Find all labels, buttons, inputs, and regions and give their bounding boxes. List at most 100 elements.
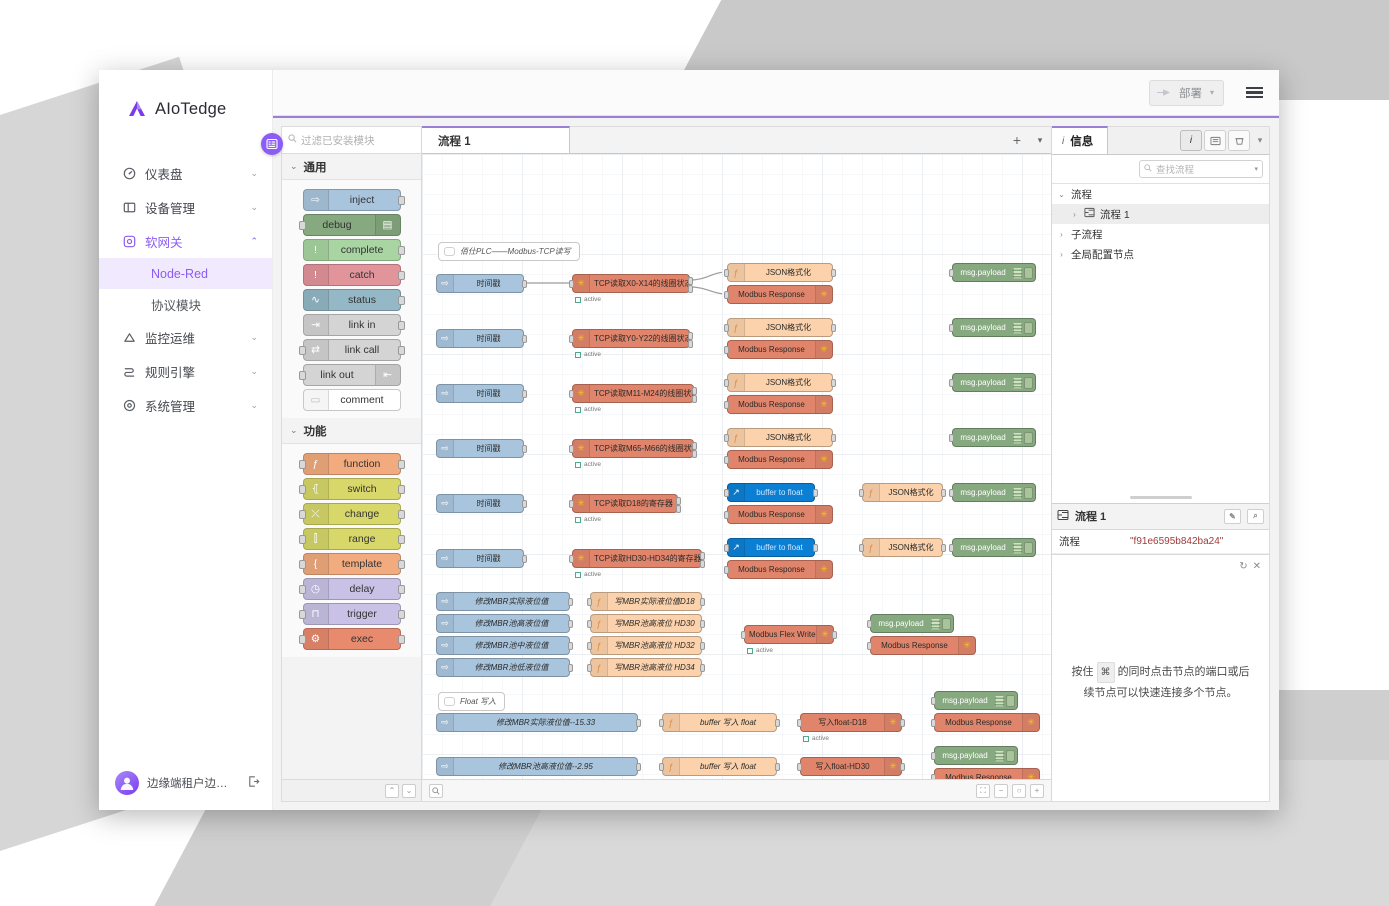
node-output-port[interactable]	[700, 560, 705, 568]
palette-node-switch[interactable]: ⦃ switch	[298, 478, 405, 500]
node-json-format[interactable]: ƒ JSON格式化	[859, 538, 946, 557]
node-output-port[interactable]	[522, 500, 527, 508]
node-input-port[interactable]	[724, 456, 729, 464]
node-modbus-flex-write[interactable]: Modbus Flex Write ✳ active	[741, 625, 837, 654]
canvas-search-icon[interactable]	[429, 783, 443, 798]
node-input-port[interactable]	[724, 511, 729, 519]
node-output-port[interactable]	[568, 642, 573, 650]
node-output-port[interactable]	[688, 277, 693, 285]
node-input-port[interactable]	[724, 346, 729, 354]
node-function-write[interactable]: ƒ 写MBR池高液位 HD34	[587, 658, 705, 677]
node-debug[interactable]: msg.payload	[949, 428, 1036, 447]
node-input-port[interactable]	[724, 566, 729, 574]
fit-to-screen-icon[interactable]: ⛶	[976, 783, 990, 798]
debug-toggle-button[interactable]	[1006, 749, 1015, 762]
node-debug[interactable]: msg.payload	[949, 318, 1036, 337]
debug-panel-tab[interactable]	[1204, 130, 1226, 151]
logout-icon[interactable]	[247, 775, 260, 791]
node-output-port[interactable]	[397, 585, 405, 594]
node-input-port[interactable]	[931, 697, 936, 705]
node-inject[interactable]: ⇨ 修改MBR池低液位值	[436, 658, 573, 677]
sidebar-item-system-management[interactable]: 系统管理 ⌄	[99, 388, 272, 422]
node-output-port[interactable]	[397, 246, 405, 255]
edit-properties-button[interactable]: ✎	[1224, 508, 1241, 524]
config-panel-tab[interactable]	[1228, 130, 1250, 151]
node-output-port[interactable]	[688, 340, 693, 348]
node-modbus-read[interactable]: ✳ TCP读取D18的寄存器 active	[569, 494, 681, 523]
node-output-port[interactable]	[397, 296, 405, 305]
node-modbus-write-float[interactable]: 写入float-D18 ✳ active	[797, 713, 905, 742]
sidebar-item-node-red[interactable]: Node-Red	[99, 258, 272, 289]
zoom-out-button[interactable]: −	[994, 783, 1008, 798]
tree-item-flow-1[interactable]: › 流程 1	[1052, 204, 1269, 224]
node-input-port[interactable]	[298, 560, 306, 569]
node-modbus-read[interactable]: ✳ TCP读取M11-M24的线圈状态 active	[569, 384, 697, 413]
expand-down-icon[interactable]: ⌄	[402, 783, 416, 798]
node-input-port[interactable]	[931, 774, 936, 779]
node-modbus-response[interactable]: Modbus Response ✳	[931, 768, 1040, 779]
sidebar-item-monitoring[interactable]: 监控运维 ⌄	[99, 320, 272, 354]
node-input-port[interactable]	[298, 510, 306, 519]
node-output-port[interactable]	[692, 450, 697, 458]
node-json-format[interactable]: ƒ JSON格式化	[724, 428, 836, 447]
node-output-port[interactable]	[397, 635, 405, 644]
node-output-port[interactable]	[700, 642, 705, 650]
node-input-port[interactable]	[724, 434, 729, 442]
sidebar-item-rule-engine[interactable]: 规则引擎 ⌄	[99, 354, 272, 388]
node-output-port[interactable]	[397, 610, 405, 619]
node-function-buffer-write[interactable]: ƒ buffer 写入 float	[659, 757, 780, 776]
node-output-port[interactable]	[397, 460, 405, 469]
node-output-port[interactable]	[397, 510, 405, 519]
node-output-port[interactable]	[775, 763, 780, 771]
node-output-port[interactable]	[397, 485, 405, 494]
palette-list[interactable]: ⌄ 通用 ⇨ inject ▤ debug ! complete ! catch…	[282, 154, 421, 779]
node-debug[interactable]: msg.payload	[931, 746, 1018, 765]
node-input-port[interactable]	[569, 500, 574, 508]
node-output-port[interactable]	[813, 489, 818, 497]
node-modbus-write-float[interactable]: 写入float-HD30 ✳ active	[797, 757, 905, 776]
node-output-port[interactable]	[900, 719, 905, 727]
debug-toggle-button[interactable]	[1024, 486, 1033, 499]
node-input-port[interactable]	[931, 752, 936, 760]
node-input-port[interactable]	[724, 379, 729, 387]
node-output-port[interactable]	[700, 620, 705, 628]
palette-node-link-in[interactable]: ⇥ link in	[302, 314, 405, 336]
flow-tab-1[interactable]: 流程 1	[422, 126, 570, 153]
node-debug[interactable]: msg.payload	[949, 373, 1036, 392]
node-input-port[interactable]	[949, 324, 954, 332]
node-input-port[interactable]	[587, 642, 592, 650]
node-inject[interactable]: ⇨ 修改MBR实际液位值--15.33	[436, 713, 641, 732]
tab-info[interactable]: i 信息	[1052, 126, 1109, 154]
palette-node-range[interactable]: ⫿ range	[298, 528, 405, 550]
node-input-port[interactable]	[949, 269, 954, 277]
hamburger-icon[interactable]	[1246, 86, 1263, 99]
node-input-port[interactable]	[724, 401, 729, 409]
debug-toggle-button[interactable]	[1006, 694, 1015, 707]
node-input-port[interactable]	[569, 445, 574, 453]
palette-category-common[interactable]: ⌄ 通用	[282, 154, 421, 180]
node-json-format[interactable]: ƒ JSON格式化	[724, 373, 836, 392]
debug-toggle-button[interactable]	[1024, 376, 1033, 389]
info-tabs-caret-icon[interactable]: ▾	[1251, 127, 1269, 154]
node-input-port[interactable]	[298, 610, 306, 619]
node-output-port[interactable]	[700, 552, 705, 560]
palette-node-inject[interactable]: ⇨ inject	[302, 189, 405, 211]
node-output-port[interactable]	[832, 631, 837, 639]
palette-node-function[interactable]: ƒ function	[298, 453, 405, 475]
node-input-port[interactable]	[867, 620, 872, 628]
user-row[interactable]: 边缘端租户边…	[99, 756, 272, 810]
palette-node-template[interactable]: { template	[298, 553, 405, 575]
node-input-port[interactable]	[797, 719, 802, 727]
node-output-port[interactable]	[522, 335, 527, 343]
node-output-port[interactable]	[636, 719, 641, 727]
node-output-port[interactable]	[397, 346, 405, 355]
sidebar-item-dashboard[interactable]: 仪表盘 ⌄	[99, 156, 272, 190]
palette-node-link-out[interactable]: ⇤ link out	[298, 364, 401, 386]
node-debug[interactable]: msg.payload	[931, 691, 1018, 710]
node-output-port[interactable]	[397, 196, 405, 205]
zoom-in-button[interactable]: +	[1030, 783, 1044, 798]
sidebar-item-protocol-module[interactable]: 协议模块	[99, 289, 272, 320]
node-input-port[interactable]	[298, 535, 306, 544]
node-json-format[interactable]: ƒ JSON格式化	[859, 483, 946, 502]
debug-toggle-button[interactable]	[1024, 431, 1033, 444]
